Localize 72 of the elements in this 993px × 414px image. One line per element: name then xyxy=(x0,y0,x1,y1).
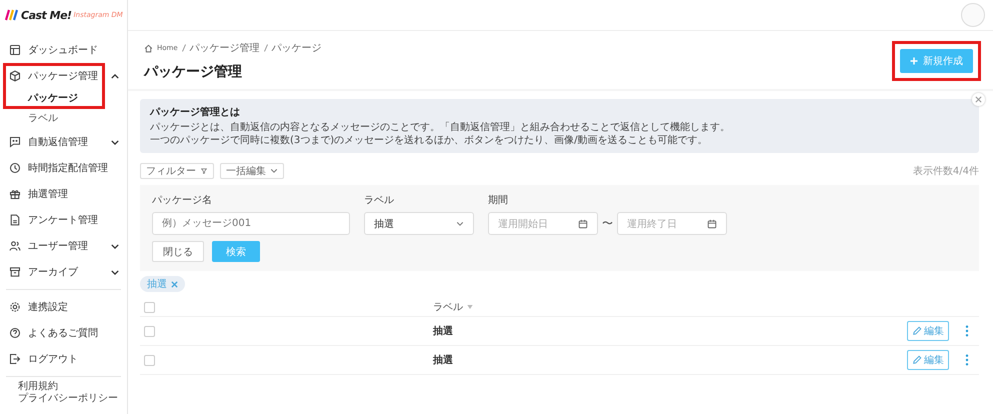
sidebar-item[interactable]: 抽選管理 xyxy=(0,181,127,207)
info-text: パッケージとは、自動返信の内容となるメッセージのことです。「自動返信管理」と組み合わせることで返信として機能します。 xyxy=(150,121,731,134)
slash-separator-icon xyxy=(264,44,268,52)
field-label: ラベル xyxy=(364,194,395,207)
sidebar-item[interactable]: アーカイブ xyxy=(0,259,127,285)
account-avatar[interactable] xyxy=(961,3,985,27)
funnel-icon xyxy=(200,168,208,174)
chat-icon xyxy=(9,136,21,148)
pencil-icon xyxy=(912,326,922,336)
slash-separator-icon xyxy=(182,44,186,52)
logo-brand: Cast Me! xyxy=(21,8,72,22)
label-select[interactable]: 抽選 xyxy=(364,212,474,235)
clock-icon xyxy=(9,162,21,174)
question-icon xyxy=(9,327,21,339)
remove-icon[interactable] xyxy=(171,280,178,288)
package-name-input[interactable]: 例）メッセージ001 xyxy=(152,212,350,235)
chevron-icon xyxy=(111,270,119,274)
chevron-icon xyxy=(456,220,464,226)
plus-icon xyxy=(910,57,918,65)
field-label: パッケージ名 xyxy=(152,194,213,207)
sidebar-item[interactable]: 連携設定 xyxy=(0,294,127,320)
gift-icon xyxy=(9,188,21,200)
more-icon[interactable] xyxy=(965,354,969,366)
table-cell-text: 抽選 xyxy=(433,354,453,367)
logout-icon xyxy=(9,353,21,365)
close-filter-button[interactable]: 閉じる xyxy=(152,241,204,262)
sidebar-item[interactable]: パッケージ管理 xyxy=(0,63,127,89)
dashboard-icon xyxy=(9,44,21,56)
filter-icon[interactable] xyxy=(467,305,473,309)
info-title: パッケージ管理とは xyxy=(150,106,241,119)
close-icon xyxy=(975,96,982,103)
pencil-icon xyxy=(912,355,922,365)
footer-link[interactable]: プライバシーポリシー xyxy=(0,393,127,405)
checkbox[interactable] xyxy=(144,302,155,312)
info-text: 一つのパッケージで同時に複数(3つまで)のメッセージを送れるほか、ボタンをつけたり、画像/動画を送ることも可能です。 xyxy=(150,134,709,147)
field-label: 期間 xyxy=(488,194,509,207)
home-icon xyxy=(144,44,153,52)
column-header[interactable]: ラベル xyxy=(433,300,463,314)
box-icon xyxy=(9,70,21,82)
calendar-icon xyxy=(578,218,588,228)
table-cell-text: 抽選 xyxy=(433,324,453,338)
chevron-icon xyxy=(111,140,119,144)
close-button[interactable] xyxy=(972,93,985,106)
footer-link[interactable]: 利用規約 xyxy=(0,381,127,393)
bulk-edit-dropdown[interactable]: 一括編集 xyxy=(220,163,284,179)
sidebar-item[interactable]: 時間指定配信管理 xyxy=(0,155,127,181)
chevron-icon xyxy=(111,244,119,248)
users-icon xyxy=(9,240,21,252)
checkbox[interactable] xyxy=(144,354,155,366)
sidebar-item[interactable]: ユーザー管理 xyxy=(0,233,127,259)
breadcrumb-link[interactable]: パッケージ管理 xyxy=(190,41,260,55)
checkbox[interactable] xyxy=(144,326,155,336)
calendar-icon xyxy=(707,218,717,228)
more-icon[interactable] xyxy=(965,325,969,337)
range-separator: 〜 xyxy=(602,216,613,231)
logo-slashes-icon xyxy=(3,9,19,21)
result-count: 表示件数4/4件 xyxy=(912,164,979,178)
sidebar-item[interactable]: ダッシュボード xyxy=(0,37,127,63)
sidebar-item[interactable]: ログアウト xyxy=(0,346,127,372)
sidebar-item[interactable]: 自動返信管理 xyxy=(0,129,127,155)
chevron-icon xyxy=(270,168,278,174)
sidebar-subitem[interactable]: パッケージ xyxy=(0,89,127,109)
page-title: パッケージ管理 xyxy=(144,63,243,81)
breadcrumb-link[interactable]: パッケージ xyxy=(272,41,322,55)
archive-icon xyxy=(9,266,21,278)
document-icon xyxy=(9,214,21,226)
filter-button[interactable]: フィルター xyxy=(140,163,214,179)
sidebar-subitem[interactable]: ラベル xyxy=(0,109,127,129)
sidebar-item[interactable]: アンケート管理 xyxy=(0,207,127,233)
sidebar-item[interactable]: よくあるご質問 xyxy=(0,320,127,346)
chevron-icon xyxy=(111,74,119,78)
settings-icon xyxy=(9,301,21,313)
